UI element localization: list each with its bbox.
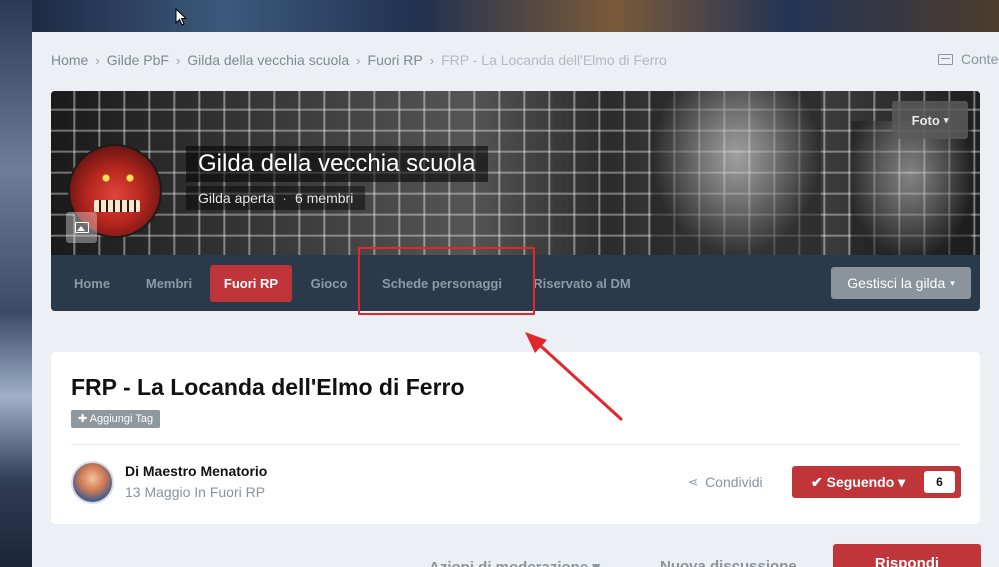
share-label: Condividi: [705, 474, 763, 490]
new-discussion-button[interactable]: Nuova discussione: [660, 558, 797, 567]
breadcrumb: Home › Gilde PbF › Gilda della vecchia s…: [51, 51, 667, 69]
guild-members[interactable]: 6 membri: [295, 190, 353, 206]
avatar-teeth: [94, 200, 140, 212]
breadcrumb-separator: ›: [175, 52, 181, 68]
tab-membri[interactable]: Membri: [133, 265, 205, 302]
breadcrumb-gilda[interactable]: Gilda della vecchia scuola: [187, 52, 349, 68]
annotation-highlight-box: [358, 247, 535, 315]
avatar-eyes: [98, 174, 138, 182]
breadcrumb-fuori-rp[interactable]: Fuori RP: [368, 52, 423, 68]
guild-status: Gilda aperta: [198, 190, 275, 206]
content-icon: [938, 53, 953, 65]
cover-photo-button[interactable]: Foto ▾: [892, 101, 968, 139]
image-icon: [74, 222, 89, 233]
breadcrumb-current: FRP - La Locanda dell'Elmo di Ferro: [441, 52, 667, 68]
breadcrumb-separator: ›: [429, 52, 435, 68]
share-button[interactable]: ⋖ Condividi: [688, 474, 763, 490]
content-link[interactable]: Conte: [938, 51, 998, 67]
cover-figure: [851, 121, 971, 255]
chevron-down-icon: ▾: [950, 277, 955, 288]
tab-fuori-rp[interactable]: Fuori RP: [210, 265, 292, 302]
background-strip-left: [0, 0, 32, 567]
breadcrumb-gilde-pbf[interactable]: Gilde PbF: [107, 52, 169, 68]
add-tag-button[interactable]: ✚ Aggiungi Tag: [71, 410, 161, 428]
reply-button[interactable]: Rispondi: [833, 544, 981, 567]
avatar[interactable]: [71, 461, 114, 504]
guild-title: Gilda della vecchia scuola: [186, 146, 488, 182]
tab-riservato-al-dm[interactable]: Riservato al DM: [527, 265, 637, 302]
author-name[interactable]: Di Maestro Menatorio: [125, 463, 267, 479]
meta-dot: ·: [282, 190, 287, 206]
breadcrumb-separator: ›: [95, 52, 100, 68]
content-link-label: Conte: [961, 51, 999, 67]
cover-photo-label: Foto: [911, 112, 940, 128]
mouse-cursor-icon: [175, 8, 187, 26]
change-avatar-button[interactable]: [66, 212, 97, 243]
guild-meta: Gilda aperta · 6 membri: [186, 186, 366, 210]
follow-button[interactable]: ✔ Seguendo ▾ 6: [792, 466, 961, 498]
topic-toolbar: Azioni di moderazione ▾ Nuova discussion…: [32, 544, 999, 567]
share-icon: ⋖: [688, 475, 699, 489]
breadcrumb-separator: ›: [356, 52, 361, 68]
breadcrumb-home[interactable]: Home: [51, 52, 88, 68]
chevron-down-icon: ▾: [943, 114, 949, 125]
cover-figure: [651, 91, 821, 255]
manage-guild-label: Gestisci la gilda: [847, 275, 946, 291]
moderation-actions-button[interactable]: Azioni di moderazione ▾: [429, 558, 600, 567]
tab-home[interactable]: Home: [59, 265, 125, 302]
tab-gioco[interactable]: Gioco: [301, 265, 357, 302]
follower-count-badge: 6: [924, 471, 955, 493]
post-meta: 13 Maggio In Fuori RP: [125, 484, 266, 500]
divider: [71, 444, 960, 445]
follow-label: ✔ Seguendo ▾: [811, 474, 906, 490]
page-title: FRP - La Locanda dell'Elmo di Ferro: [71, 374, 465, 400]
manage-guild-button[interactable]: Gestisci la gilda ▾: [831, 267, 971, 299]
annotation-arrow-icon: [525, 332, 623, 421]
